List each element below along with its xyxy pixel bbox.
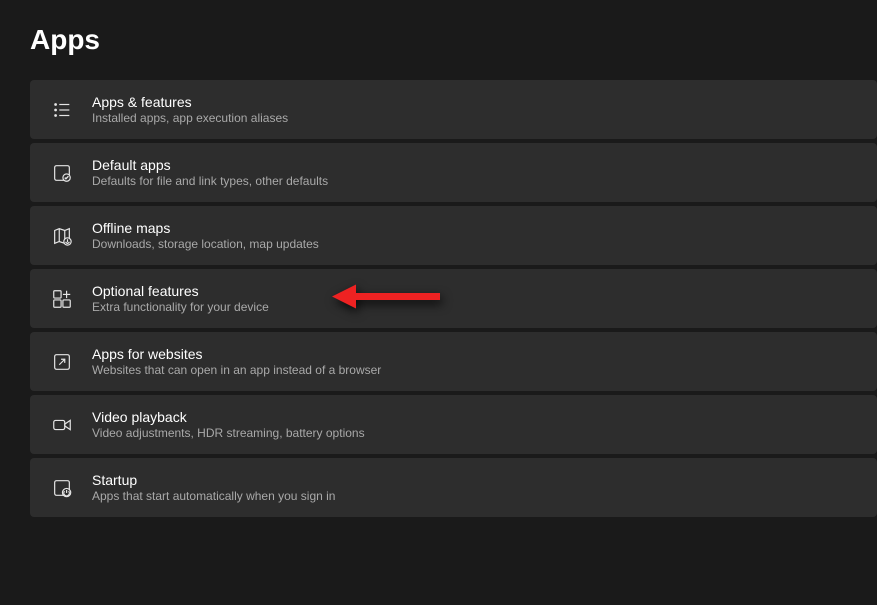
card-title: Startup [92,472,335,488]
card-desc: Defaults for file and link types, other … [92,174,328,188]
card-desc: Websites that can open in an app instead… [92,363,381,377]
card-desc: Extra functionality for your device [92,300,269,314]
apps-settings-list: Apps & features Installed apps, app exec… [0,72,877,517]
startup-icon [50,476,74,500]
startup-item[interactable]: Startup Apps that start automatically wh… [30,458,877,517]
video-playback-item[interactable]: Video playback Video adjustments, HDR st… [30,395,877,454]
card-title: Default apps [92,157,328,173]
card-title: Video playback [92,409,365,425]
card-title: Offline maps [92,220,319,236]
card-desc: Video adjustments, HDR streaming, batter… [92,426,365,440]
page-title: Apps [0,0,877,72]
card-desc: Installed apps, app execution aliases [92,111,288,125]
default-apps-item[interactable]: Default apps Defaults for file and link … [30,143,877,202]
offline-maps-icon [50,224,74,248]
default-apps-icon [50,161,74,185]
card-title: Optional features [92,283,269,299]
offline-maps-item[interactable]: Offline maps Downloads, storage location… [30,206,877,265]
apps-and-features-icon [50,98,74,122]
apps-and-features-item[interactable]: Apps & features Installed apps, app exec… [30,80,877,139]
card-title: Apps & features [92,94,288,110]
card-title: Apps for websites [92,346,381,362]
annotation-arrow-icon [330,279,445,318]
card-desc: Downloads, storage location, map updates [92,237,319,251]
optional-features-item[interactable]: Optional features Extra functionality fo… [30,269,877,328]
apps-for-websites-item[interactable]: Apps for websites Websites that can open… [30,332,877,391]
card-desc: Apps that start automatically when you s… [92,489,335,503]
video-playback-icon [50,413,74,437]
apps-for-websites-icon [50,350,74,374]
optional-features-icon [50,287,74,311]
